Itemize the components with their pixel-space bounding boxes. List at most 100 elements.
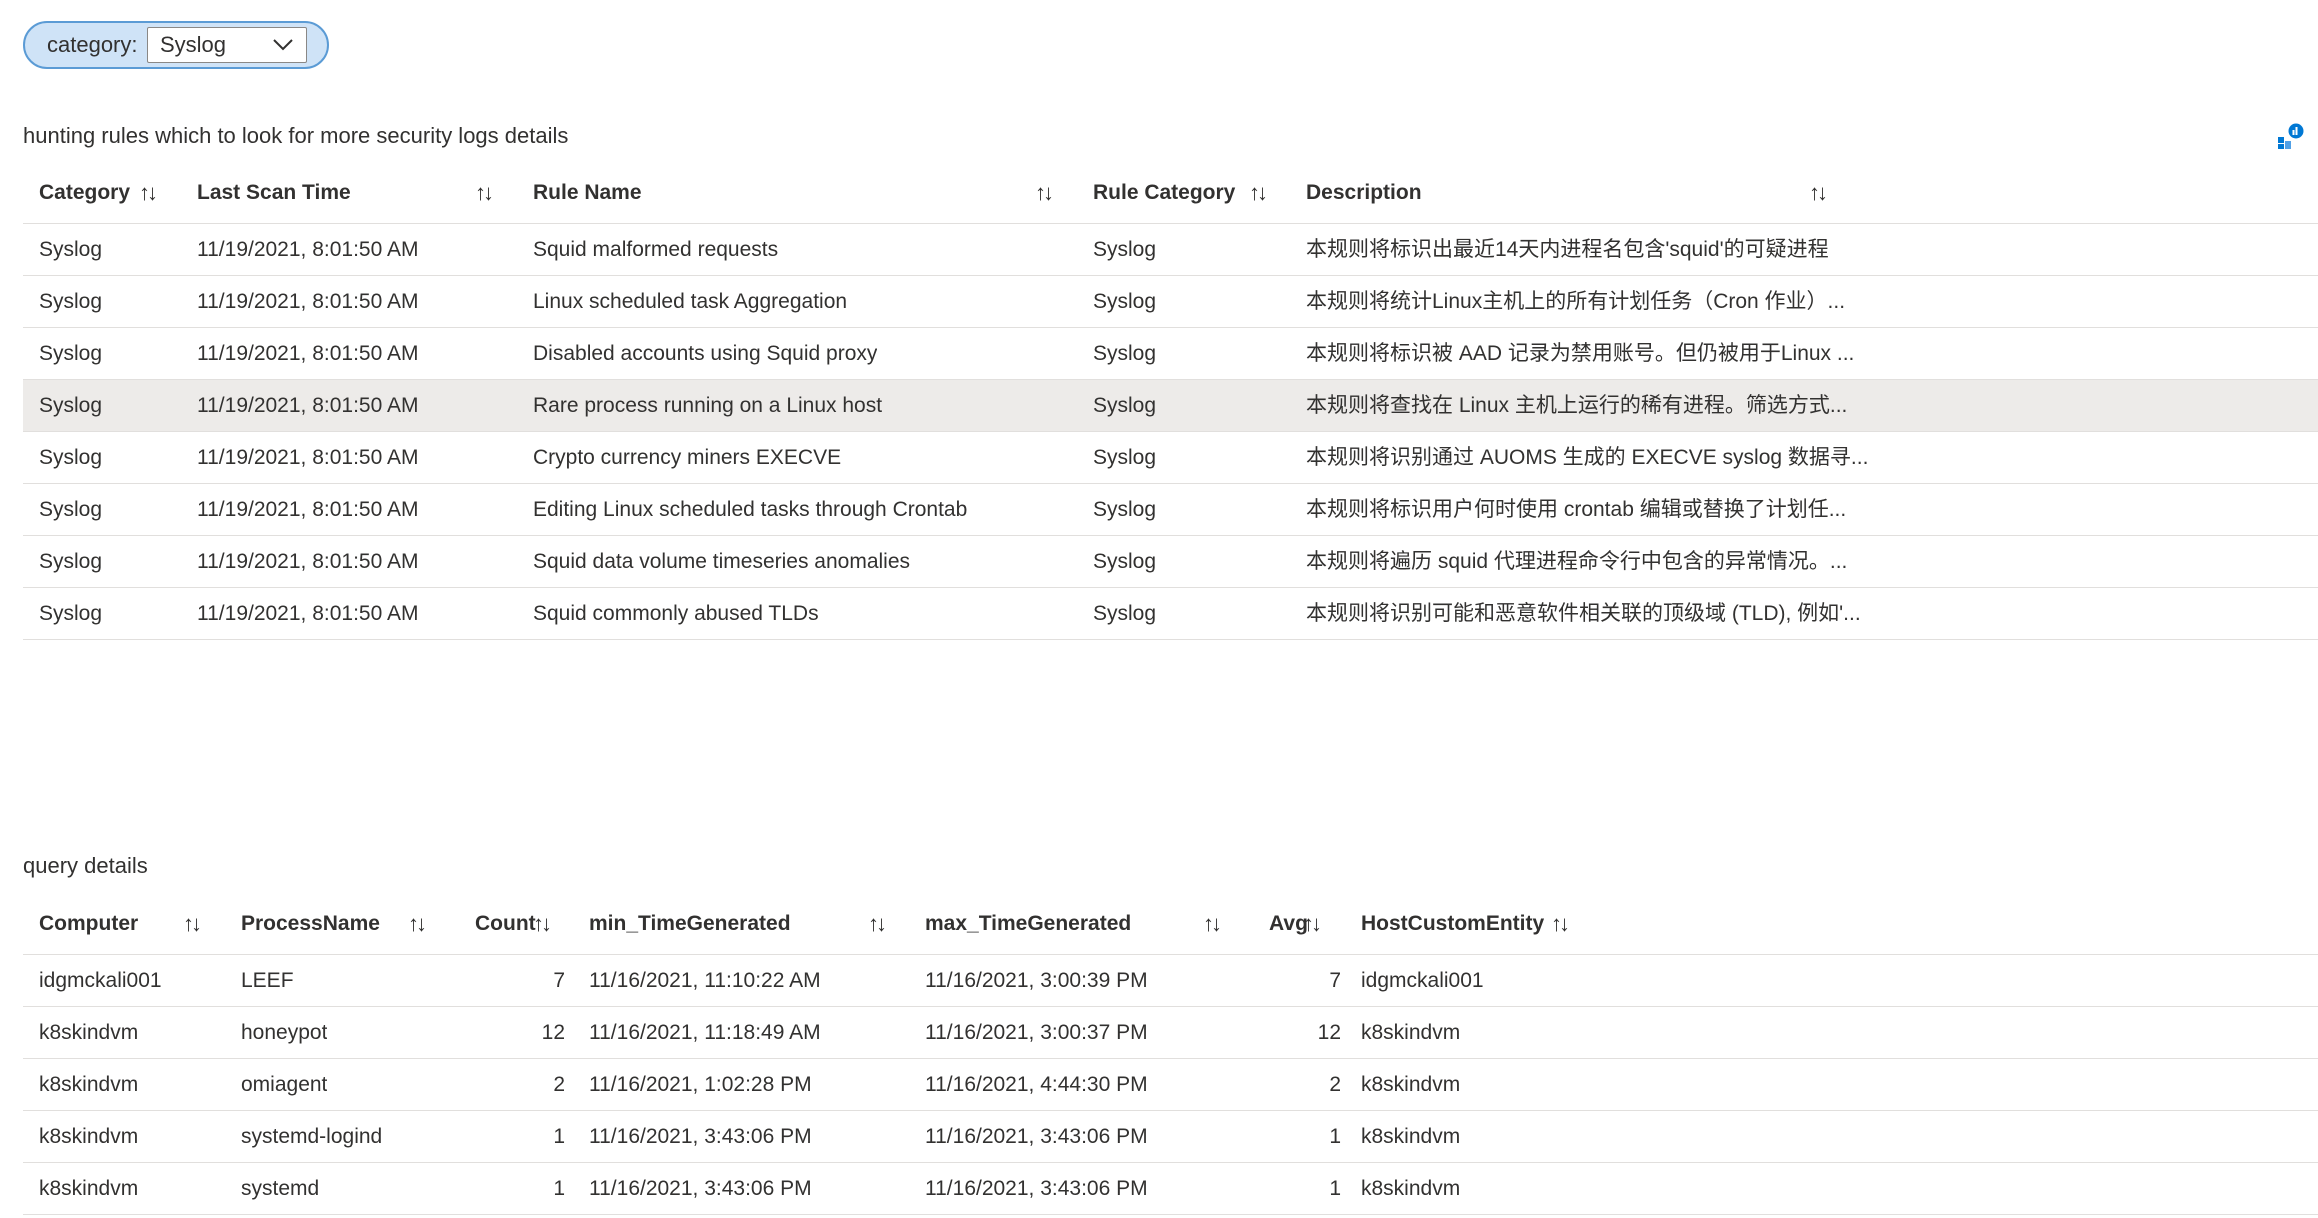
cell-rule-name: Squid commonly abused TLDs xyxy=(533,602,819,625)
table-row[interactable]: k8skindvm honeypot 12 11/16/2021, 11:18:… xyxy=(23,1006,2318,1058)
query-details-body: idgmckali001 LEEF 7 11/16/2021, 11:10:22… xyxy=(23,954,2318,1215)
col-computer[interactable]: Computer xyxy=(39,894,138,954)
cell-min-time: 11/16/2021, 11:10:22 AM xyxy=(589,969,821,992)
cell-last-scan: 11/19/2021, 8:01:50 AM xyxy=(197,602,419,625)
col-count[interactable]: Count xyxy=(475,894,536,954)
col-host-custom-entity[interactable]: HostCustomEntity xyxy=(1361,894,1544,954)
cell-process-name: omiagent xyxy=(241,1073,328,1096)
table-row[interactable]: k8skindvm omiagent 2 11/16/2021, 1:02:28… xyxy=(23,1058,2318,1110)
sort-icon[interactable]: ↑↓ xyxy=(533,894,552,954)
cell-rule-category: Syslog xyxy=(1093,394,1157,417)
col-process-name[interactable]: ProcessName xyxy=(241,894,380,954)
hunting-rules-header: Category ↑↓ Last Scan Time ↑↓ Rule Name … xyxy=(23,163,2318,223)
table-row[interactable]: k8skindvm systemd 1 11/16/2021, 3:43:06 … xyxy=(23,1162,2318,1215)
cell-host-custom-entity: idgmckali001 xyxy=(1361,969,1484,992)
bar-chart-icon[interactable] xyxy=(2278,123,2304,149)
cell-computer: k8skindvm xyxy=(39,1125,139,1148)
cell-last-scan: 11/19/2021, 8:01:50 AM xyxy=(197,238,419,261)
cell-description: 本规则将标识用户何时使用 crontab 编辑或替换了计划任... xyxy=(1306,498,1847,521)
cell-category: Syslog xyxy=(39,394,103,417)
cell-category: Syslog xyxy=(39,446,103,469)
sort-icon[interactable]: ↑↓ xyxy=(475,163,494,223)
sort-icon[interactable]: ↑↓ xyxy=(183,894,202,954)
cell-min-time: 11/16/2021, 3:43:06 PM xyxy=(589,1125,812,1148)
query-details-title: query details xyxy=(23,853,148,878)
cell-host-custom-entity: k8skindvm xyxy=(1361,1073,1461,1096)
sort-icon[interactable]: ↑↓ xyxy=(408,894,427,954)
cell-host-custom-entity: k8skindvm xyxy=(1361,1177,1461,1200)
cell-max-time: 11/16/2021, 3:43:06 PM xyxy=(925,1125,1148,1148)
table-row[interactable]: idgmckali001 LEEF 7 11/16/2021, 11:10:22… xyxy=(23,954,2318,1006)
cell-category: Syslog xyxy=(39,238,103,261)
table-row[interactable]: k8skindvm systemd-logind 1 11/16/2021, 3… xyxy=(23,1110,2318,1162)
cell-last-scan: 11/19/2021, 8:01:50 AM xyxy=(197,290,419,313)
cell-min-time: 11/16/2021, 3:43:06 PM xyxy=(589,1177,812,1200)
cell-rule-name: Rare process running on a Linux host xyxy=(533,394,883,417)
sort-icon[interactable]: ↑↓ xyxy=(1249,163,1268,223)
sort-icon[interactable]: ↑↓ xyxy=(868,894,887,954)
col-rule-category[interactable]: Rule Category xyxy=(1093,163,1235,223)
cell-rule-category: Syslog xyxy=(1093,342,1157,365)
col-min-time[interactable]: min_TimeGenerated xyxy=(589,894,791,954)
sort-icon[interactable]: ↑↓ xyxy=(1809,163,1828,223)
category-dropdown-value: Syslog xyxy=(160,32,227,57)
cell-max-time: 11/16/2021, 4:44:30 PM xyxy=(925,1073,1148,1096)
cell-rule-name: Crypto currency miners EXECVE xyxy=(533,446,842,469)
cell-rule-name: Disabled accounts using Squid proxy xyxy=(533,342,878,365)
cell-count: 7 xyxy=(553,969,565,992)
table-row-selected[interactable]: Syslog 11/19/2021, 8:01:50 AM Rare proce… xyxy=(23,379,2318,431)
category-filter-pill[interactable]: category: Syslog xyxy=(23,21,329,69)
col-last-scan-time[interactable]: Last Scan Time xyxy=(197,163,351,223)
cell-rule-name: Squid malformed requests xyxy=(533,238,779,261)
table-row[interactable]: Syslog 11/19/2021, 8:01:50 AM Squid comm… xyxy=(23,587,2318,640)
cell-count: 12 xyxy=(541,1021,565,1044)
cell-min-time: 11/16/2021, 1:02:28 PM xyxy=(589,1073,812,1096)
cell-last-scan: 11/19/2021, 8:01:50 AM xyxy=(197,550,419,573)
sort-icon[interactable]: ↑↓ xyxy=(1203,894,1222,954)
cell-min-time: 11/16/2021, 11:18:49 AM xyxy=(589,1021,821,1044)
cell-rule-name: Squid data volume timeseries anomalies xyxy=(533,550,911,573)
cell-rule-name: Editing Linux scheduled tasks through Cr… xyxy=(533,498,968,521)
cell-description: 本规则将统计Linux主机上的所有计划任务（Cron 作业）... xyxy=(1306,290,1846,313)
cell-last-scan: 11/19/2021, 8:01:50 AM xyxy=(197,342,419,365)
cell-process-name: systemd-logind xyxy=(241,1125,383,1148)
cell-count: 2 xyxy=(553,1073,565,1096)
sort-icon[interactable]: ↑↓ xyxy=(1303,894,1322,954)
sort-icon[interactable]: ↑↓ xyxy=(139,163,158,223)
col-description[interactable]: Description xyxy=(1306,163,1422,223)
cell-description: 本规则将遍历 squid 代理进程命令行中包含的异常情况。... xyxy=(1306,550,1848,573)
table-row[interactable]: Syslog 11/19/2021, 8:01:50 AM Crypto cur… xyxy=(23,431,2318,483)
cell-description: 本规则将标识被 AAD 记录为禁用账号。但仍被用于Linux ... xyxy=(1306,342,1855,365)
cell-avg: 7 xyxy=(1329,969,1341,992)
cell-count: 1 xyxy=(553,1125,565,1148)
table-row[interactable]: Syslog 11/19/2021, 8:01:50 AM Linux sche… xyxy=(23,275,2318,327)
sort-icon[interactable]: ↑↓ xyxy=(1035,163,1054,223)
table-row[interactable]: Syslog 11/19/2021, 8:01:50 AM Squid malf… xyxy=(23,223,2318,275)
query-details-table: Computer ↑↓ ProcessName ↑↓ Count ↑↓ min_… xyxy=(23,894,2318,1215)
cell-rule-category: Syslog xyxy=(1093,498,1157,521)
table-row[interactable]: Syslog 11/19/2021, 8:01:50 AM Disabled a… xyxy=(23,327,2318,379)
cell-computer: k8skindvm xyxy=(39,1177,139,1200)
cell-description: 本规则将识别可能和恶意软件相关联的顶级域 (TLD), 例如'... xyxy=(1306,602,1861,625)
hunting-rules-table: Category ↑↓ Last Scan Time ↑↓ Rule Name … xyxy=(23,163,2318,640)
cell-category: Syslog xyxy=(39,342,103,365)
category-filter-label: category: xyxy=(47,32,138,57)
sort-icon[interactable]: ↑↓ xyxy=(1551,894,1570,954)
cell-rule-category: Syslog xyxy=(1093,550,1157,573)
cell-category: Syslog xyxy=(39,498,103,521)
cell-host-custom-entity: k8skindvm xyxy=(1361,1021,1461,1044)
cell-description: 本规则将标识出最近14天内进程名包含'squid'的可疑进程 xyxy=(1306,238,1829,261)
cell-rule-category: Syslog xyxy=(1093,446,1157,469)
category-dropdown[interactable]: Syslog xyxy=(147,27,307,63)
col-category[interactable]: Category xyxy=(39,163,130,223)
cell-avg: 1 xyxy=(1329,1125,1341,1148)
hunting-rules-body: Syslog 11/19/2021, 8:01:50 AM Squid malf… xyxy=(23,223,2318,640)
table-row[interactable]: Syslog 11/19/2021, 8:01:50 AM Editing Li… xyxy=(23,483,2318,535)
cell-category: Syslog xyxy=(39,550,103,573)
col-max-time[interactable]: max_TimeGenerated xyxy=(925,894,1131,954)
cell-rule-category: Syslog xyxy=(1093,238,1157,261)
table-row[interactable]: Syslog 11/19/2021, 8:01:50 AM Squid data… xyxy=(23,535,2318,587)
query-details-header: Computer ↑↓ ProcessName ↑↓ Count ↑↓ min_… xyxy=(23,894,2318,954)
col-rule-name[interactable]: Rule Name xyxy=(533,163,642,223)
cell-description: 本规则将识别通过 AUOMS 生成的 EXECVE syslog 数据寻... xyxy=(1306,446,1869,469)
